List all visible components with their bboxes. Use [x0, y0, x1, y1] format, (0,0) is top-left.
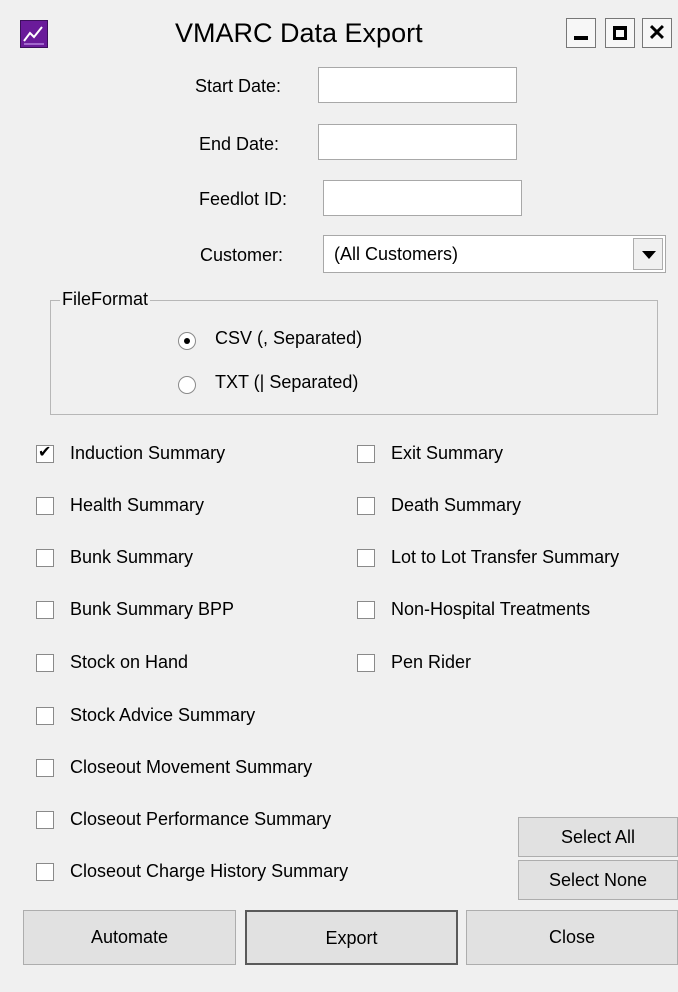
export-button[interactable]: Export: [245, 910, 458, 965]
radio-txt-label: TXT (| Separated): [215, 372, 359, 392]
checkbox-icon[interactable]: [357, 445, 375, 463]
minimize-icon: [574, 36, 588, 40]
checkbox-icon[interactable]: [36, 654, 54, 672]
checkbox-label: Stock Advice Summary: [70, 705, 256, 725]
customer-select[interactable]: (All Customers): [323, 235, 666, 273]
checkbox-icon[interactable]: [357, 601, 375, 619]
checkbox-label: Health Summary: [70, 495, 205, 515]
checkbox-icon[interactable]: [357, 654, 375, 672]
checkbox-label: Pen Rider: [391, 652, 472, 672]
export-label: Export: [325, 928, 378, 948]
window-title: VMARC Data Export: [175, 18, 423, 48]
select-all-label: Select All: [560, 827, 636, 847]
checkbox-icon[interactable]: [36, 863, 54, 881]
start-date-field[interactable]: [318, 67, 517, 103]
checkbox-label: Stock on Hand: [70, 652, 189, 672]
checkbox-icon[interactable]: [36, 811, 54, 829]
select-none-label: Select None: [548, 870, 648, 890]
close-icon: ✕: [647, 20, 667, 45]
radio-csv-label: CSV (, Separated): [215, 328, 363, 348]
start-date-label: Start Date:: [195, 76, 282, 96]
end-date-field[interactable]: [318, 124, 517, 160]
checkbox-label: Bunk Summary: [70, 547, 194, 567]
maximize-button[interactable]: [605, 18, 635, 48]
feedlot-id-label: Feedlot ID:: [199, 189, 288, 209]
chevron-down-icon[interactable]: [633, 238, 663, 270]
automate-button[interactable]: Automate: [23, 910, 236, 965]
chart-app-icon: [20, 20, 48, 48]
checkbox-label: Non-Hospital Treatments: [391, 599, 591, 619]
close-label: Close: [548, 927, 596, 947]
checkbox-icon[interactable]: [357, 497, 375, 515]
automate-label: Automate: [90, 927, 169, 947]
checkbox-label: Bunk Summary BPP: [70, 599, 235, 619]
close-window-button[interactable]: ✕: [642, 18, 672, 48]
checkbox-icon[interactable]: [36, 759, 54, 777]
checkbox-label: Closeout Performance Summary: [70, 809, 332, 829]
select-all-button[interactable]: Select All: [518, 817, 678, 857]
checkbox-label: Lot to Lot Transfer Summary: [391, 547, 620, 567]
checkbox-icon[interactable]: [36, 601, 54, 619]
file-format-group: [50, 300, 658, 415]
checkbox-icon[interactable]: [36, 549, 54, 567]
checkbox-icon[interactable]: [36, 443, 54, 463]
customer-select-value: (All Customers): [334, 244, 459, 264]
checkbox-label: Induction Summary: [70, 443, 226, 463]
checkbox-label: Closeout Charge History Summary: [70, 861, 349, 881]
end-date-label: End Date:: [199, 134, 280, 154]
checkbox-icon[interactable]: [36, 707, 54, 725]
radio-button-icon[interactable]: [178, 332, 196, 350]
maximize-icon: [613, 26, 627, 40]
customer-label: Customer:: [200, 245, 284, 265]
radio-button-icon[interactable]: [178, 376, 196, 394]
feedlot-id-field[interactable]: [323, 180, 522, 216]
checkbox-icon[interactable]: [357, 549, 375, 567]
close-button[interactable]: Close: [466, 910, 678, 965]
title-bar: VMARC Data Export ✕: [0, 0, 678, 64]
checkbox-label: Closeout Movement Summary: [70, 757, 313, 777]
checkbox-icon[interactable]: [36, 497, 54, 515]
select-none-button[interactable]: Select None: [518, 860, 678, 900]
minimize-button[interactable]: [566, 18, 596, 48]
checkbox-label: Death Summary: [391, 495, 522, 515]
checkbox-label: Exit Summary: [391, 443, 504, 463]
file-format-title: FileFormat: [60, 289, 151, 310]
